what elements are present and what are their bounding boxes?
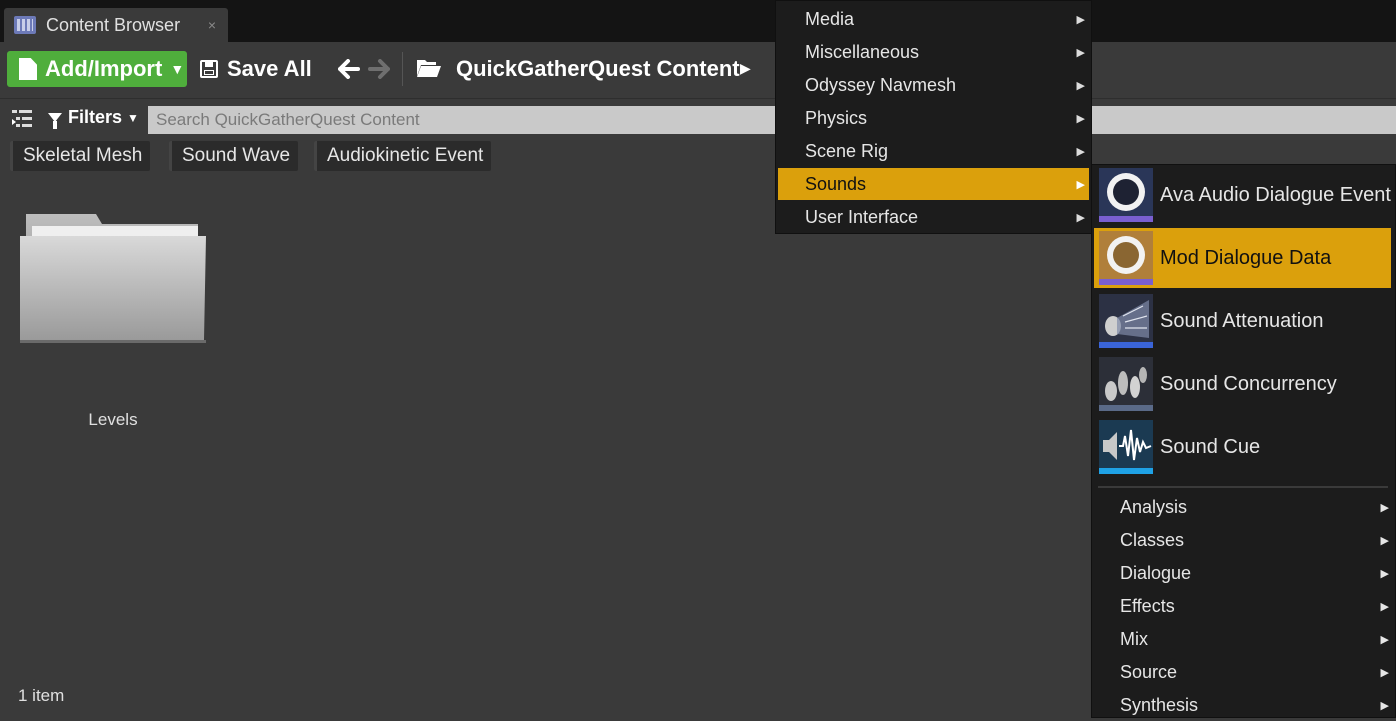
submenu-source[interactable]: Source ▶ — [1094, 656, 1391, 688]
menu-divider — [1098, 486, 1388, 488]
speaker-cone-icon — [1099, 294, 1153, 348]
chevron-right-icon: ▶ — [1380, 666, 1389, 679]
tab-content-browser[interactable]: Content Browser × — [4, 8, 228, 42]
menu-item-label: Synthesis — [1120, 694, 1199, 715]
submenu-dialogue[interactable]: Dialogue ▶ — [1094, 557, 1391, 589]
menu-item-sound-concurrency[interactable]: Sound Concurrency — [1094, 354, 1391, 414]
chevron-right-icon: ▶ — [1380, 501, 1389, 514]
asset-category-menu: Media ▶ Miscellaneous ▶ Odyssey Navmesh … — [775, 0, 1092, 234]
close-icon[interactable]: × — [208, 17, 216, 33]
menu-item-odyssey-navmesh[interactable]: Odyssey Navmesh ▶ — [778, 69, 1089, 101]
chevron-right-icon: ▶ — [1380, 633, 1389, 646]
chevron-down-icon: ▼ — [127, 110, 139, 125]
folder-open-icon — [417, 60, 441, 77]
chip-toggle[interactable] — [10, 141, 13, 171]
menu-item-label: Sounds — [805, 173, 867, 194]
menu-item-label: Miscellaneous — [805, 41, 920, 62]
chevron-right-icon: ▶ — [1380, 699, 1389, 712]
chevron-right-icon: ▶ — [1380, 534, 1389, 547]
save-icon — [200, 60, 218, 78]
menu-item-label: Ava Audio Dialogue Event — [1160, 183, 1391, 206]
chip-label: Audiokinetic Event — [327, 145, 484, 166]
filters-label: Filters — [68, 107, 123, 127]
save-all-label: Save All — [227, 56, 312, 81]
filter-chip-audiokinetic-event[interactable]: Audiokinetic Event — [314, 141, 492, 171]
forward-arrow-icon[interactable] — [368, 55, 390, 86]
chevron-right-icon: ▶ — [1076, 178, 1085, 191]
menu-item-label: Physics — [805, 107, 868, 128]
chevron-right-icon: ▶ — [1380, 600, 1389, 613]
submenu-classes[interactable]: Classes ▶ — [1094, 524, 1391, 556]
menu-item-label: Sound Attenuation — [1160, 309, 1324, 332]
menu-item-label: Media — [805, 8, 855, 29]
menu-item-label: Scene Rig — [805, 140, 889, 161]
filter-chip-sound-wave[interactable]: Sound Wave — [169, 141, 299, 171]
chevron-right-icon: ▶ — [1380, 567, 1389, 580]
menu-item-user-interface[interactable]: User Interface ▶ — [778, 201, 1089, 233]
add-import-button[interactable]: Add/Import ▼ — [7, 51, 187, 87]
add-import-label: Add/Import — [45, 56, 163, 81]
menu-item-label: Effects — [1120, 595, 1175, 616]
menu-item-sounds[interactable]: Sounds ▶ — [778, 168, 1089, 200]
menu-item-label: User Interface — [805, 206, 919, 227]
chip-toggle[interactable] — [169, 141, 172, 171]
chip-label: Sound Wave — [182, 145, 291, 166]
speakers-group-icon — [1099, 357, 1153, 411]
menu-item-label: Mod Dialogue Data — [1160, 246, 1332, 269]
sounds-submenu: Ava Audio Dialogue Event Mod Dialogue Da… — [1091, 164, 1396, 718]
chip-label: Skeletal Mesh — [23, 145, 143, 166]
search-input[interactable] — [148, 106, 1396, 134]
menu-item-label: Odyssey Navmesh — [805, 74, 957, 95]
menu-item-label: Analysis — [1120, 496, 1188, 517]
chevron-right-icon[interactable]: ▶ — [740, 60, 751, 77]
chip-toggle[interactable] — [314, 141, 317, 171]
submenu-mix[interactable]: Mix ▶ — [1094, 623, 1391, 655]
speaker-wave-icon — [1099, 420, 1153, 474]
menu-item-label: Sound Concurrency — [1160, 372, 1337, 395]
item-count: 1 item — [18, 686, 65, 705]
chevron-right-icon: ▶ — [1076, 46, 1085, 59]
folder-label: Levels — [88, 410, 138, 429]
menu-item-miscellaneous[interactable]: Miscellaneous ▶ — [778, 36, 1089, 68]
content-browser-icon — [14, 16, 36, 34]
source-tree-toggle-icon[interactable] — [10, 108, 34, 130]
menu-item-label: Classes — [1120, 529, 1185, 550]
filter-icon — [48, 113, 62, 129]
divider — [0, 98, 1396, 99]
menu-item-sound-attenuation[interactable]: Sound Attenuation — [1094, 291, 1391, 351]
chevron-down-icon: ▼ — [170, 61, 185, 77]
submenu-synthesis[interactable]: Synthesis ▶ — [1094, 689, 1391, 721]
submenu-analysis[interactable]: Analysis ▶ — [1094, 491, 1391, 523]
menu-item-ava-audio-dialogue-event[interactable]: Ava Audio Dialogue Event — [1094, 165, 1391, 225]
filter-chip-skeletal-mesh[interactable]: Skeletal Mesh — [10, 141, 151, 171]
menu-item-media[interactable]: Media ▶ — [778, 3, 1089, 35]
tab-title: Content Browser — [46, 14, 181, 35]
menu-item-scene-rig[interactable]: Scene Rig ▶ — [778, 135, 1089, 167]
chevron-right-icon: ▶ — [1076, 145, 1085, 158]
filters-button[interactable]: Filters ▼ — [48, 107, 139, 129]
chevron-right-icon: ▶ — [1076, 79, 1085, 92]
back-arrow-icon[interactable] — [338, 55, 360, 86]
dialogue-ring-icon — [1099, 168, 1153, 222]
new-document-icon — [19, 58, 37, 80]
breadcrumb-path[interactable]: QuickGatherQuest Content — [456, 56, 740, 82]
menu-item-label: Dialogue — [1120, 562, 1192, 583]
menu-item-label: Sound Cue — [1160, 435, 1261, 458]
chevron-right-icon: ▶ — [1076, 211, 1085, 224]
menu-item-label: Source — [1120, 661, 1178, 682]
folder-icon[interactable] — [18, 210, 208, 344]
save-all-button[interactable]: Save All — [200, 51, 312, 87]
menu-item-label: Mix — [1120, 628, 1148, 649]
chevron-right-icon: ▶ — [1076, 13, 1085, 26]
submenu-effects[interactable]: Effects ▶ — [1094, 590, 1391, 622]
toolbar-divider — [402, 52, 403, 86]
menu-item-sound-cue[interactable]: Sound Cue — [1094, 417, 1391, 477]
menu-item-physics[interactable]: Physics ▶ — [778, 102, 1089, 134]
dialogue-ring-icon — [1099, 231, 1153, 285]
chevron-right-icon: ▶ — [1076, 112, 1085, 125]
menu-item-mod-dialogue-data[interactable]: Mod Dialogue Data — [1094, 228, 1391, 288]
